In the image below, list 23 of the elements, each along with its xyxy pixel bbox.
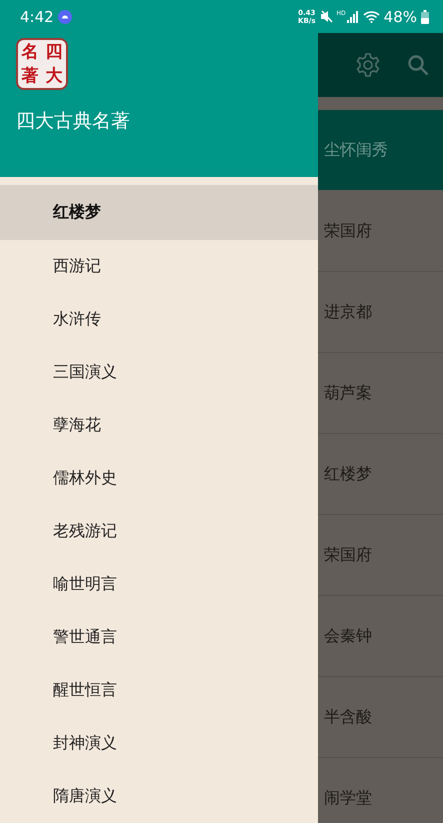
drawer-item[interactable]: 孽海花 bbox=[0, 399, 318, 452]
drawer-item[interactable]: 儒林外史 bbox=[0, 452, 318, 505]
app-logo: 名 四 著 大 bbox=[16, 38, 68, 90]
battery-icon bbox=[421, 10, 429, 24]
drawer-item[interactable]: 红楼梦 bbox=[0, 185, 318, 240]
search-icon[interactable] bbox=[407, 54, 429, 76]
settings-icon[interactable] bbox=[355, 52, 381, 78]
wifi-icon bbox=[362, 10, 380, 23]
drawer-item[interactable]: 喻世明言 bbox=[0, 558, 318, 611]
drawer-item[interactable]: 西游记 bbox=[0, 240, 318, 293]
drawer-item[interactable]: 老残游记 bbox=[0, 505, 318, 558]
drawer-item[interactable]: 三国演义 bbox=[0, 346, 318, 399]
drawer-item[interactable]: 水浒传 bbox=[0, 293, 318, 346]
drawer-item[interactable]: 警世通言 bbox=[0, 611, 318, 664]
signal-icon bbox=[346, 10, 359, 23]
clock: 4:42 bbox=[20, 8, 54, 26]
drawer-title: 四大古典名著 bbox=[16, 109, 131, 134]
drawer-item[interactable]: 醒世恒言 bbox=[0, 664, 318, 717]
chat-app-icon bbox=[58, 10, 72, 24]
drawer-item[interactable]: 封神演义 bbox=[0, 717, 318, 770]
battery-percent: 48% bbox=[384, 8, 417, 26]
drawer-item[interactable]: 隋唐演义 bbox=[0, 770, 318, 823]
mute-icon bbox=[320, 10, 333, 23]
